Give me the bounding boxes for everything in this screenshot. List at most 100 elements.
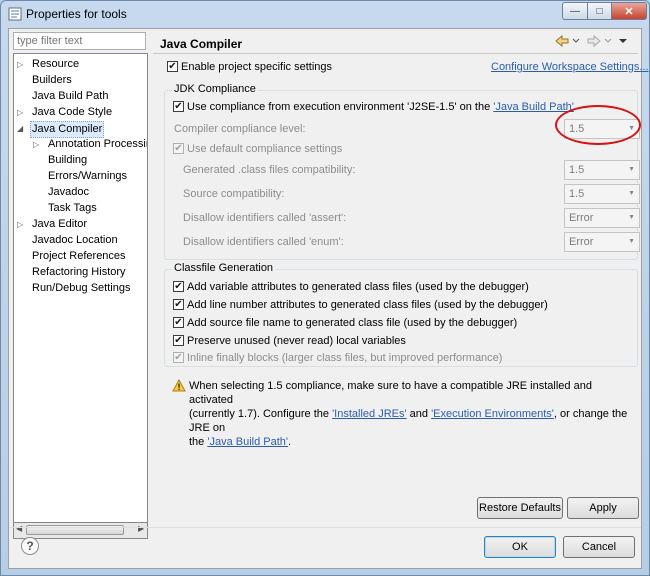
expand-arrow-icon[interactable]: ▷ bbox=[17, 217, 23, 232]
apply-label: Apply bbox=[589, 502, 617, 514]
ok-button[interactable]: OK bbox=[484, 536, 556, 558]
filter-input[interactable] bbox=[13, 32, 146, 50]
tree-label: Task Tags bbox=[48, 202, 97, 214]
cancel-label: Cancel bbox=[581, 541, 617, 553]
minimize-button[interactable]: — bbox=[562, 2, 588, 20]
properties-dialog: Properties for tools — □ ✕ ▷ Resource Bu… bbox=[0, 0, 650, 576]
dialog-client-area: ▷ Resource Builders Java Build Path ▷ Ja… bbox=[8, 28, 649, 569]
inline-finally-label: Inline finally blocks (larger class file… bbox=[187, 352, 503, 364]
tree-item-run-debug-settings[interactable]: Run/Debug Settings bbox=[32, 281, 130, 296]
tree-label: Javadoc Location bbox=[32, 234, 118, 246]
tree-label: Java Build Path bbox=[32, 90, 109, 102]
classfile-generation-title: Classfile Generation bbox=[172, 262, 276, 274]
tree-label: Javadoc bbox=[48, 186, 89, 198]
tree-label: Errors/Warnings bbox=[48, 170, 128, 182]
expand-arrow-icon[interactable]: ▷ bbox=[33, 137, 39, 152]
preserve-unused-checkbox[interactable]: ✔ bbox=[173, 335, 184, 346]
minimize-icon: — bbox=[570, 5, 580, 17]
help-icon[interactable]: ? bbox=[21, 537, 39, 555]
source-compat-select[interactable]: 1.5 ▼ bbox=[564, 184, 640, 204]
dropdown-arrow-icon: ▼ bbox=[628, 190, 635, 197]
inline-finally-checkbox[interactable]: ✔ bbox=[173, 352, 184, 363]
window-title: Properties for tools bbox=[26, 7, 127, 21]
ok-label: OK bbox=[512, 541, 528, 553]
disallow-enum-select[interactable]: Error ▼ bbox=[564, 232, 640, 252]
note-text: . bbox=[288, 436, 292, 448]
preference-tree: ▷ Resource Builders Java Build Path ▷ Ja… bbox=[13, 53, 148, 523]
disallow-assert-select[interactable]: Error ▼ bbox=[564, 208, 640, 228]
navigation-icons bbox=[555, 34, 627, 48]
tree-item-project-references[interactable]: Project References bbox=[32, 249, 126, 264]
use-default-compliance-label: Use default compliance settings bbox=[187, 143, 343, 155]
add-source-file-checkbox[interactable]: ✔ bbox=[173, 317, 184, 328]
close-button[interactable]: ✕ bbox=[611, 2, 647, 20]
tree-label: Building bbox=[48, 154, 88, 166]
tree-label: Builders bbox=[32, 74, 72, 86]
tree-horizontal-scrollbar[interactable]: ◀ ▶ bbox=[13, 523, 148, 539]
tree-item-builders[interactable]: Builders bbox=[32, 73, 72, 88]
configure-workspace-link[interactable]: Configure Workspace Settings... bbox=[491, 61, 649, 73]
back-arrow-icon[interactable] bbox=[555, 34, 569, 48]
generated-compat-label: Generated .class files compatibility: bbox=[183, 164, 356, 176]
add-variable-attributes-label: Add variable attributes to generated cla… bbox=[187, 281, 529, 293]
page-navigation bbox=[554, 34, 640, 51]
page-title: Java Compiler bbox=[160, 37, 243, 51]
add-variable-attributes-checkbox[interactable]: ✔ bbox=[173, 281, 184, 292]
title-separator bbox=[153, 53, 638, 54]
compliance-level-label: Compiler compliance level: bbox=[174, 123, 306, 135]
expand-arrow-icon[interactable]: ▷ bbox=[17, 105, 23, 120]
use-default-compliance-checkbox[interactable]: ✔ bbox=[173, 143, 184, 154]
enable-specific-checkbox[interactable]: ✔ bbox=[167, 61, 178, 72]
restore-defaults-button[interactable]: Restore Defaults bbox=[477, 497, 563, 519]
maximize-button[interactable]: □ bbox=[587, 2, 612, 20]
footer-separator bbox=[9, 527, 641, 528]
scroll-right-icon[interactable]: ▶ bbox=[138, 524, 144, 533]
dropdown-arrow-icon: ▼ bbox=[628, 238, 635, 245]
source-compat-value: 1.5 bbox=[569, 188, 585, 200]
disallow-enum-label: Disallow identifiers called 'enum': bbox=[183, 236, 344, 248]
tree-item-javadoc[interactable]: Javadoc bbox=[48, 185, 89, 200]
forward-arrow-icon[interactable] bbox=[587, 34, 601, 48]
execution-environments-link[interactable]: 'Execution Environments' bbox=[431, 408, 554, 420]
forward-menu-icon bbox=[604, 38, 612, 43]
source-compat-label: Source compatibility: bbox=[183, 188, 285, 200]
use-compliance-checkbox[interactable]: ✔ bbox=[173, 101, 184, 112]
installed-jres-link[interactable]: 'Installed JREs' bbox=[332, 408, 407, 420]
java-build-path-note-link[interactable]: 'Java Build Path' bbox=[207, 436, 288, 448]
dropdown-arrow-icon: ▼ bbox=[628, 214, 635, 221]
tree-item-refactoring-history[interactable]: Refactoring History bbox=[32, 265, 126, 280]
disallow-enum-value: Error bbox=[569, 236, 594, 248]
scroll-left-icon[interactable]: ◀ bbox=[16, 524, 22, 533]
jdk-compliance-title: JDK Compliance bbox=[172, 83, 258, 95]
expand-arrow-icon[interactable]: ▷ bbox=[17, 57, 23, 72]
generated-compat-select[interactable]: 1.5 ▼ bbox=[564, 160, 640, 180]
enable-specific-label: Enable project specific settings bbox=[181, 61, 333, 73]
disallow-assert-label: Disallow identifiers called 'assert': bbox=[183, 212, 347, 224]
apply-button[interactable]: Apply bbox=[567, 497, 639, 519]
warning-icon bbox=[172, 379, 186, 392]
tree-item-java-build-path[interactable]: Java Build Path bbox=[32, 89, 108, 104]
generated-compat-value: 1.5 bbox=[569, 164, 585, 176]
restore-defaults-label: Restore Defaults bbox=[479, 502, 561, 514]
cancel-button[interactable]: Cancel bbox=[563, 536, 635, 558]
use-compliance-text: Use compliance from execution environmen… bbox=[187, 101, 494, 113]
tree-label: Run/Debug Settings bbox=[32, 282, 131, 294]
properties-app-icon bbox=[8, 7, 22, 21]
back-menu-icon bbox=[572, 38, 580, 43]
view-menu-icon bbox=[619, 39, 627, 43]
note-line-2: (currently 1.7). Configure the 'Installe… bbox=[189, 407, 639, 435]
tree-item-errors-warnings[interactable]: Errors/Warnings bbox=[48, 169, 127, 184]
java-build-path-link[interactable]: 'Java Build Path' bbox=[493, 101, 574, 113]
add-line-number-checkbox[interactable]: ✔ bbox=[173, 299, 184, 310]
tree-label: Java Compiler bbox=[30, 121, 105, 138]
close-icon: ✕ bbox=[624, 5, 634, 18]
tree-item-task-tags[interactable]: Task Tags bbox=[48, 201, 97, 216]
tree-label: Java Code Style bbox=[32, 106, 113, 118]
title-bar[interactable]: Properties for tools — □ ✕ bbox=[1, 1, 649, 27]
tree-item-javadoc-location[interactable]: Javadoc Location bbox=[32, 233, 118, 248]
use-compliance-label: Use compliance from execution environmen… bbox=[187, 101, 574, 113]
note-line-3: the 'Java Build Path'. bbox=[189, 435, 639, 449]
add-line-number-label: Add line number attributes to generated … bbox=[187, 299, 548, 311]
tree-item-building[interactable]: Building bbox=[48, 153, 87, 168]
collapse-arrow-icon[interactable]: ◢ bbox=[17, 121, 23, 136]
